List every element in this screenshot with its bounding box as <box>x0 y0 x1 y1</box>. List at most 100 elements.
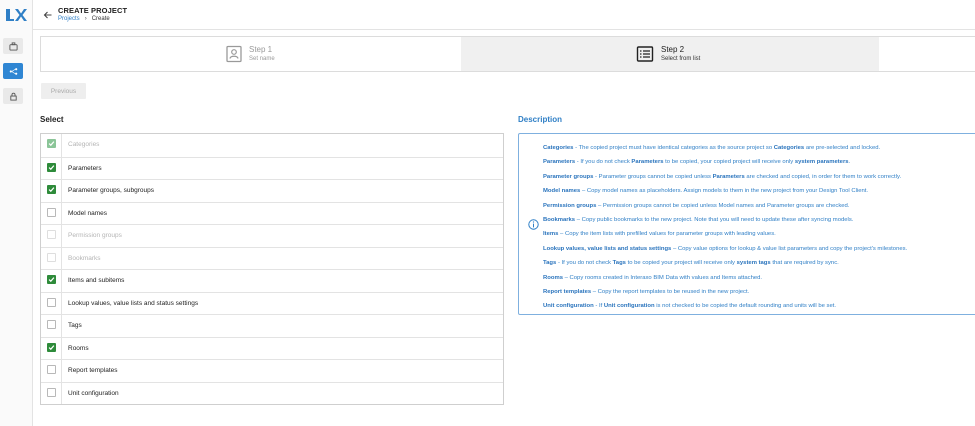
list-item-label: Unit configuration <box>68 389 119 397</box>
description-line: Model names – Copy model names as placeh… <box>543 184 975 198</box>
description-text: - If <box>593 303 604 310</box>
checkbox-cell <box>41 134 62 157</box>
checkbox[interactable] <box>47 297 56 307</box>
breadcrumb-projects-link[interactable]: Projects <box>58 16 80 22</box>
description-line: Tags - If you do not check Tags to be co… <box>543 256 975 270</box>
description-text: to be copied your project will receive o… <box>625 260 737 267</box>
description-text: – Copy rooms created in Interaxo BIM Dat… <box>562 274 763 281</box>
checkbox[interactable] <box>47 342 56 352</box>
description-text: - If you do not check <box>575 159 632 166</box>
checkbox-cell <box>41 180 62 202</box>
description-term: Lookup values, value lists and status se… <box>543 245 672 252</box>
checkbox[interactable] <box>47 320 56 329</box>
description-text: - Parameter groups cannot be copied unle… <box>593 173 713 180</box>
back-arrow-icon[interactable] <box>43 10 53 20</box>
list-item-label: Report templates <box>68 367 118 374</box>
description-term: Bookmarks <box>543 217 576 224</box>
list-icon <box>636 46 654 62</box>
description-term: Permission groups <box>543 202 597 209</box>
description-text: - If you do not check <box>556 260 613 267</box>
description-term: Rooms <box>543 274 563 281</box>
description-text: – Copy public bookmarks to the new proje… <box>575 217 854 224</box>
previous-button[interactable]: Previous <box>41 83 86 99</box>
list-item[interactable]: Parameter groups, subgroups <box>41 179 503 202</box>
app-logo[interactable] <box>4 6 28 24</box>
step-2-subtitle: Select from list <box>661 56 701 62</box>
description-text: to be copied, your copied project will r… <box>663 159 795 166</box>
list-item[interactable]: Model names <box>41 201 503 224</box>
description-line: Categories - The copied project must hav… <box>543 141 975 155</box>
description-text: – Permission groups cannot be copied unl… <box>596 202 850 209</box>
checkbox-cell <box>41 202 62 224</box>
description-text: are checked and copied, in order for the… <box>744 173 902 180</box>
list-item[interactable]: Parameters <box>41 156 503 179</box>
description-term: Categories <box>773 145 805 151</box>
chevron-right-icon: › <box>84 16 87 22</box>
description-line: Items – Copy the item lists with prefill… <box>543 227 975 241</box>
rail-project-button[interactable] <box>3 38 23 54</box>
rail-flow-button[interactable] <box>3 63 23 79</box>
list-item-label: Bookmarks <box>68 254 101 262</box>
list-item[interactable]: Rooms <box>41 336 503 359</box>
description-text: – Copy the report templates to be reused… <box>591 289 750 296</box>
list-item: Permission groups <box>41 224 503 247</box>
description-term: Tags <box>543 260 557 267</box>
checkbox <box>47 230 56 239</box>
description-term: system tags <box>736 260 771 267</box>
checkbox[interactable] <box>47 162 56 172</box>
description-text: – Copy the item lists with prefilled val… <box>558 231 776 238</box>
description-term: Parameters <box>631 159 664 166</box>
description-lines: Categories - The copied project must hav… <box>543 141 975 314</box>
description-line: Lookup values, value lists and status se… <box>543 242 975 256</box>
description-text: that are required by sync. <box>770 260 839 267</box>
checkbox[interactable] <box>47 275 56 284</box>
list-item-label: Rooms <box>68 344 89 352</box>
list-item[interactable]: Lookup values, value lists and status se… <box>41 291 503 314</box>
step-1-name: Step 1 <box>249 45 273 54</box>
checkmark-icon <box>48 277 55 283</box>
list-item-label: Parameters <box>68 164 102 172</box>
checkbox[interactable] <box>47 185 56 194</box>
step-2[interactable]: Step 2 Select from list <box>461 37 879 71</box>
breadcrumb: Projects › Create <box>58 16 110 22</box>
description-term: Model names <box>543 188 581 195</box>
list-item[interactable]: Report templates <box>41 359 503 382</box>
description-term: Unit configuration <box>543 303 594 310</box>
list-item[interactable]: Tags <box>41 314 503 337</box>
checkbox[interactable] <box>47 207 56 217</box>
checkbox[interactable] <box>47 365 56 374</box>
checkbox[interactable] <box>47 387 56 397</box>
list-item-label: Lookup values, value lists and status se… <box>68 299 199 307</box>
description-term: Unit configuration <box>603 303 655 310</box>
step-1[interactable]: Step 1 Set name <box>41 37 461 71</box>
description-panel: Categories - The copied project must hav… <box>518 133 975 315</box>
checkbox-cell <box>41 315 62 337</box>
description-text: . <box>848 159 851 166</box>
description-line: Unit configuration - If Unit configurati… <box>543 299 975 313</box>
rail-lock-button[interactable] <box>3 88 23 104</box>
checkmark-icon <box>48 164 55 170</box>
checkbox-cell <box>41 157 62 179</box>
list-item-label: Parameter groups, subgroups <box>68 187 154 194</box>
description-line: Bookmarks – Copy public bookmarks to the… <box>543 213 975 227</box>
step-2-name: Step 2 <box>661 45 685 54</box>
page-title: CREATE PROJECT <box>58 6 128 15</box>
description-term: system parameters <box>794 159 849 166</box>
checkbox-cell <box>41 337 62 359</box>
list-item-label: Categories <box>68 141 100 148</box>
description-text: are pre-selected and locked. <box>804 145 881 151</box>
checkmark-icon <box>48 141 55 147</box>
list-item[interactable]: Items and subitems <box>41 269 503 292</box>
description-line: Permission groups – Permission groups ca… <box>543 199 975 213</box>
select-heading: Select <box>40 115 64 124</box>
left-rail <box>0 0 33 426</box>
info-icon <box>528 219 539 230</box>
description-term: Parameter groups <box>543 173 594 180</box>
flow-icon <box>9 67 17 75</box>
description-heading: Description <box>518 115 563 124</box>
briefcase-icon <box>8 41 18 51</box>
checkbox <box>47 252 56 262</box>
list-item-label: Permission groups <box>68 232 122 239</box>
lock-icon <box>9 92 17 101</box>
list-item[interactable]: Unit configuration <box>41 381 503 404</box>
